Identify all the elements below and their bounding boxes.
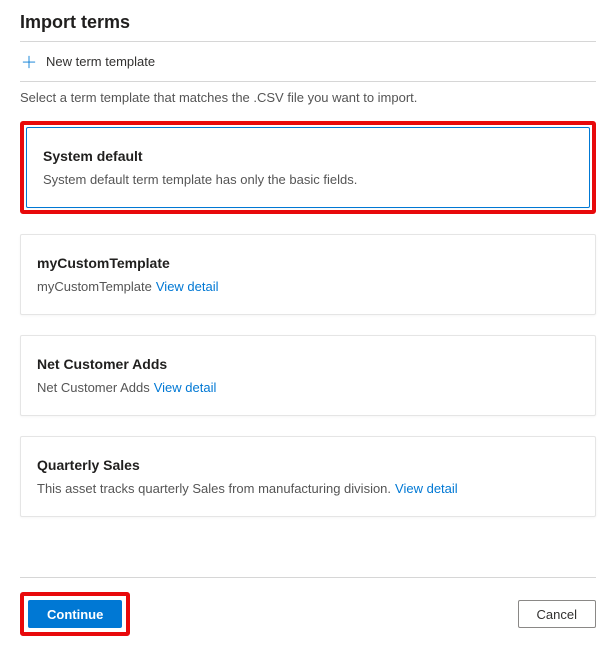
template-description-text: System default term template has only th… <box>43 172 357 187</box>
template-title: myCustomTemplate <box>37 255 579 271</box>
footer: Continue Cancel <box>20 577 596 636</box>
template-description-text: Net Customer Adds <box>37 380 150 395</box>
template-card[interactable]: Net Customer Adds Net Customer Adds View d… <box>20 335 596 416</box>
template-description-text: myCustomTemplate <box>37 279 152 294</box>
template-description: System default term template has only th… <box>43 172 573 187</box>
template-description-text: This asset tracks quarterly Sales from m… <box>37 481 391 496</box>
template-card[interactable]: myCustomTemplate myCustomTemplate View det… <box>20 234 596 315</box>
template-description: This asset tracks quarterly Sales from m… <box>37 481 579 496</box>
page-title: Import terms <box>20 12 596 33</box>
continue-button[interactable]: Continue <box>28 600 122 628</box>
template-title: System default <box>43 148 573 164</box>
new-template-button[interactable]: New term template <box>20 48 596 75</box>
template-title: Quarterly Sales <box>37 457 579 473</box>
view-detail-link[interactable]: View detail <box>156 279 219 294</box>
highlight-box: System default System default term templa… <box>20 121 596 214</box>
continue-highlight: Continue <box>20 592 130 636</box>
template-title: Net Customer Adds <box>37 356 579 372</box>
instruction-text: Select a term template that matches the … <box>20 90 596 105</box>
template-description: Net Customer Adds View detail <box>37 380 579 395</box>
template-description: myCustomTemplate View detail <box>37 279 579 294</box>
template-card[interactable]: System default System default term templa… <box>26 127 590 208</box>
template-list: System default System default term templa… <box>20 121 596 517</box>
divider <box>20 81 596 82</box>
divider <box>20 41 596 42</box>
view-detail-link[interactable]: View detail <box>154 380 217 395</box>
plus-icon <box>22 55 36 69</box>
template-card[interactable]: Quarterly Sales This asset tracks quarter… <box>20 436 596 517</box>
cancel-button[interactable]: Cancel <box>518 600 596 628</box>
view-detail-link[interactable]: View detail <box>395 481 458 496</box>
new-template-label: New term template <box>46 54 155 69</box>
